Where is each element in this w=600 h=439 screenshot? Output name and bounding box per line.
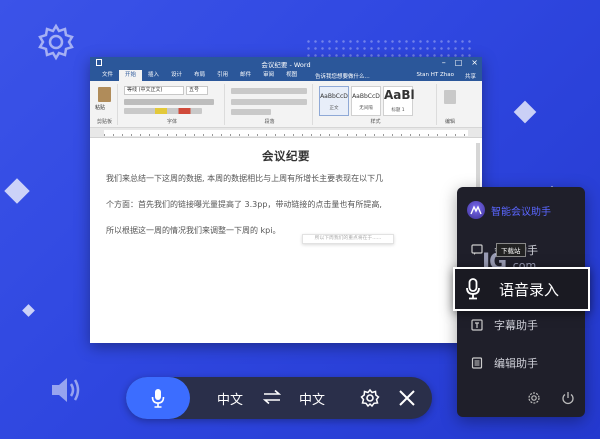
tab-layout[interactable]: 布局 [188,70,211,81]
style-heading-1[interactable]: AaBl 标题 1 [383,86,415,116]
suggestion-tooltip: 所以下周我们的重点将在于...... [302,234,394,244]
settings-icon[interactable] [527,391,541,405]
editing-group: 编辑 [439,84,461,125]
style-name: 标题 1 [391,108,405,113]
maximize-icon[interactable]: □ [455,58,463,68]
logo-icon [467,201,485,219]
close-icon[interactable] [398,389,416,407]
tell-me-box[interactable]: 告诉我您想要做什么... [315,72,370,80]
menu-item-subtitle-assistant[interactable]: 字幕助手 [457,308,585,342]
subtitle-icon [471,319,483,331]
ribbon-tabs: 文件 开始 插入 设计 布局 引用 邮件 审阅 视图 告诉我您想要做什么... … [90,70,482,81]
decor-diamond [4,178,30,204]
tab-design[interactable]: 设计 [165,70,188,81]
document-line: 我们来总结一下这周的数据, 本周的数据相比与上周有所增长主要表现在以下几 [106,174,384,183]
tab-view[interactable]: 视图 [280,70,303,81]
mic-icon [466,278,480,300]
style-name: 正文 [329,106,339,111]
group-label: 段落 [264,119,275,125]
paste-label[interactable]: 粘贴 [95,104,105,111]
color-buttons[interactable] [124,108,202,114]
document-page[interactable]: 会议纪要 我们来总结一下这周的数据, 本周的数据相比与上周有所增长主要表现在以下… [90,139,482,343]
ribbon: 粘贴 剪贴板 等线 (中文正文) 五号 字体 段落 AaBbCcD 正文 AaB… [90,81,482,128]
mic-button[interactable] [126,377,190,419]
menu-item-label: 字幕助手 [494,319,538,332]
scrollbar[interactable] [476,143,480,193]
document-heading: 会议纪要 [262,149,310,163]
settings-icon[interactable] [360,388,380,408]
swap-icon[interactable] [263,389,281,405]
menu-item-label: 语音录入 [499,280,560,299]
style-normal[interactable]: AaBbCcD 正文 [319,86,349,116]
watermark-tag: 下载站 [496,243,526,257]
tab-home[interactable]: 开始 [119,70,143,81]
paste-icon[interactable] [98,87,111,102]
font-size-select[interactable]: 五号 [186,86,208,95]
panel-title: 智能会议助手 [491,206,551,218]
style-no-spacing[interactable]: AaBbCcD 无间隔 [351,86,381,116]
word-window: 会议纪要 - Word – □ × 文件 开始 插入 设计 布局 引用 邮件 审… [90,57,482,343]
title-bar: 会议纪要 - Word – □ × [90,57,482,70]
list-buttons[interactable] [231,88,307,94]
group-label: 编辑 [444,119,455,125]
source-language-select[interactable]: 中文 [217,389,243,408]
speaker-icon [52,378,80,402]
style-sample: AaBbCcD [352,93,380,100]
menu-item-label: 编辑助手 [494,357,538,370]
window-title: 会议纪要 - Word [261,61,311,69]
ruler [90,128,482,138]
find-icon[interactable] [444,90,456,104]
gear-icon [38,23,74,61]
font-name-select[interactable]: 等线 (中文正文) [124,86,184,95]
align-buttons[interactable] [231,99,307,105]
menu-item-edit-assistant[interactable]: 编辑助手 [457,346,585,380]
tab-review[interactable]: 审阅 [257,70,280,81]
font-group: 等线 (中文正文) 五号 字体 [120,84,225,125]
tab-file[interactable]: 文件 [96,70,119,81]
shading-buttons[interactable] [231,109,271,115]
panel-header: 智能会议助手 [467,201,551,219]
styles-group: AaBbCcD 正文 AaBbCcD 无间隔 AaBl 标题 1 样式 [315,84,437,125]
tab-references[interactable]: 引用 [211,70,234,81]
translation-bar: 中文 中文 [126,377,432,419]
ruler-scale [104,130,468,136]
document-icon [471,357,483,369]
mic-icon [151,389,165,408]
group-label: 字体 [166,119,177,125]
menu-item-voice-input[interactable]: 语音录入 [453,267,590,311]
close-icon[interactable]: × [471,58,478,68]
decor-diamond [22,304,35,317]
document-line: 所以根据这一周的情况我们来调整一下周的 kpi。 [106,226,281,235]
power-icon[interactable] [561,391,575,405]
window-controls[interactable]: – □ × [442,58,478,68]
style-sample: AaBl [384,88,415,102]
tab-mailings[interactable]: 邮件 [234,70,257,81]
group-label: 样式 [370,119,381,125]
target-language-select[interactable]: 中文 [299,389,325,408]
user-name[interactable]: Stan HT Zhao [417,72,455,78]
document-line: 个方面：首先我们的链接曝光量提高了 3.3pp，带动链接的点击量也有所提高, [106,200,382,209]
tab-insert[interactable]: 插入 [142,70,165,81]
style-name: 无间隔 [359,106,373,111]
style-sample: AaBbCcD [320,93,348,100]
clipboard-group: 粘贴 剪贴板 [92,84,118,125]
panel-footer [457,391,585,405]
decor-diamond [513,100,537,124]
paragraph-group: 段落 [227,84,313,125]
format-buttons[interactable] [124,99,214,105]
minimize-icon[interactable]: – [442,58,446,68]
share-button[interactable]: 共享 [465,72,476,80]
group-label: 剪贴板 [96,119,112,125]
